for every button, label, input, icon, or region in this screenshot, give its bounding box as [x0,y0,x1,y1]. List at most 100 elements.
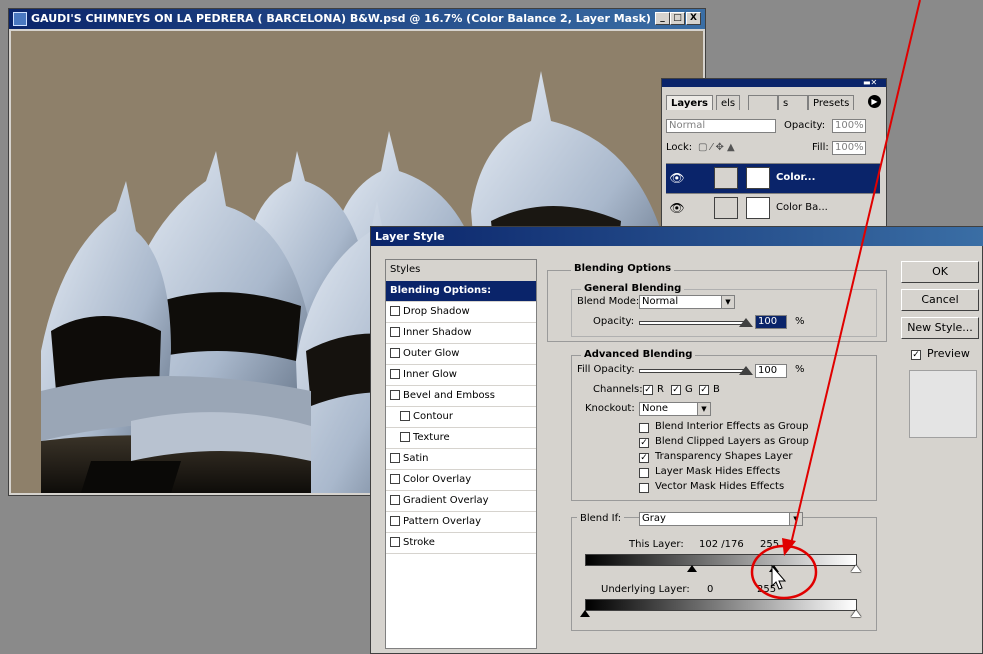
opacity-label: Opacity: [784,120,826,131]
opacity-field[interactable]: 100 [755,315,787,329]
chevron-down-icon: ▼ [721,296,734,308]
style-checkbox[interactable] [390,516,400,526]
document-title: GAUDI'S CHIMNEYS ON LA PEDRERA ( BARCELO… [31,12,651,25]
knockout-select[interactable]: None ▼ [639,402,711,416]
blend-if-select[interactable]: Gray ▼ [639,512,803,526]
fill-opacity-field[interactable]: 100 [755,364,787,378]
this-layer-gradient [585,554,857,566]
layer-blend-mode-select[interactable]: Normal [666,119,776,133]
preview-checkbox[interactable]: ✓ [911,350,921,360]
blend-mode-select[interactable]: Normal ▼ [639,295,735,309]
cancel-button[interactable]: Cancel [901,289,979,311]
tab-history[interactable] [748,95,778,110]
layer-mask-thumb[interactable] [746,197,770,219]
style-checkbox[interactable] [390,306,400,316]
layers-panel-titlebar[interactable] [662,79,886,87]
style-checkbox[interactable] [400,411,410,421]
knockout-value: None [642,403,669,414]
fill-opacity-label: Fill Opacity: [577,364,635,375]
ok-button[interactable]: OK [901,261,979,283]
channels-label: Channels: [593,384,643,395]
channel-g-label: G [685,384,693,395]
style-inner-shadow[interactable]: Inner Shadow [386,323,536,344]
tab-presets[interactable]: Presets [808,95,855,110]
photoshop-document-icon [13,12,27,26]
style-checkbox[interactable] [390,537,400,547]
style-checkbox[interactable] [390,348,400,358]
layer-name: Color... [776,172,816,183]
layer-row[interactable]: 👁 Color... [666,163,880,193]
style-checkbox[interactable] [390,453,400,463]
blend-clipped-checkbox[interactable]: ✓ [639,438,649,448]
underlying-max: 255 [757,584,777,595]
style-checkbox[interactable] [390,390,400,400]
style-label: Inner Glow [403,369,457,380]
style-stroke[interactable]: Stroke [386,533,536,554]
tab-channels[interactable]: els [716,95,741,110]
style-pattern-overlay[interactable]: Pattern Overlay [386,512,536,533]
opacity-slider-thumb[interactable] [739,318,753,327]
panel-close-icon[interactable]: ▬✕ [863,79,883,87]
style-checkbox[interactable] [390,369,400,379]
style-bevel-emboss[interactable]: Bevel and Emboss [386,386,536,407]
channel-b-checkbox[interactable]: ✓ [699,385,709,395]
knockout-label: Knockout: [585,403,635,414]
new-style-button[interactable]: New Style... [901,317,979,339]
maximize-button[interactable]: □ [670,12,685,25]
style-checkbox[interactable] [400,432,410,442]
fill-opacity-slider-thumb[interactable] [739,366,753,375]
style-color-overlay[interactable]: Color Overlay [386,470,536,491]
eye-icon[interactable]: 👁 [668,200,686,216]
style-texture[interactable]: Texture [386,428,536,449]
layer-mask-hides-checkbox[interactable] [639,468,649,478]
blend-if-group [571,517,877,631]
blend-if-value: Gray [642,513,666,524]
document-title-bar[interactable]: GAUDI'S CHIMNEYS ON LA PEDRERA ( BARCELO… [9,9,705,29]
eye-icon[interactable]: 👁 [668,170,686,186]
this-layer-black-slider[interactable] [687,565,697,572]
style-checkbox[interactable] [390,327,400,337]
blend-clipped-label: Blend Clipped Layers as Group [655,436,809,447]
channel-r-checkbox[interactable]: ✓ [643,385,653,395]
blend-interior-checkbox[interactable] [639,423,649,433]
style-checkbox[interactable] [390,495,400,505]
this-layer-split-slider[interactable] [769,565,779,572]
close-button[interactable]: X [686,12,701,25]
layer-mask-thumb[interactable] [746,167,770,189]
styles-header[interactable]: Styles [386,260,536,281]
styles-list: Styles Blending Options: Custom Drop Sha… [385,259,537,649]
style-gradient-overlay[interactable]: Gradient Overlay [386,491,536,512]
layer-opacity-field[interactable]: 100% [832,119,866,133]
lock-icons[interactable]: ▢ ⁄ ✥ ▲ [698,141,735,155]
channel-g-checkbox[interactable]: ✓ [671,385,681,395]
style-satin[interactable]: Satin [386,449,536,470]
fill-opacity-slider-track[interactable] [639,369,747,373]
layers-panel: ▬✕ Layers els s Presets ▶ Normal Opacity… [661,78,887,228]
style-label: Satin [403,453,429,464]
style-checkbox[interactable] [390,474,400,484]
style-drop-shadow[interactable]: Drop Shadow [386,302,536,323]
opacity-slider-track[interactable] [639,321,747,325]
style-contour[interactable]: Contour [386,407,536,428]
layer-row[interactable]: 👁 Color Ba... [666,193,880,223]
transparency-shapes-checkbox[interactable]: ✓ [639,453,649,463]
workspace: GAUDI'S CHIMNEYS ON LA PEDRERA ( BARCELO… [0,0,983,654]
style-outer-glow[interactable]: Outer Glow [386,344,536,365]
vector-mask-hides-label: Vector Mask Hides Effects [655,481,785,492]
opacity-percent: % [795,316,805,327]
minimize-button[interactable]: _ [655,12,670,25]
dialog-title[interactable]: Layer Style [371,227,983,246]
underlying-black-slider[interactable] [580,610,590,617]
this-layer-white-slider[interactable] [851,565,861,572]
underlying-white-slider[interactable] [851,610,861,617]
tab-actions[interactable]: s [778,95,808,110]
style-blending-options[interactable]: Blending Options: Custom [386,281,536,316]
blending-options-title: Blending Options [571,263,675,275]
vector-mask-hides-checkbox[interactable] [639,483,649,493]
channel-r-label: R [657,384,664,395]
panel-menu-icon[interactable]: ▶ [868,95,881,108]
style-label: Outer Glow [403,348,460,359]
layer-fill-field[interactable]: 100% [832,141,866,155]
style-inner-glow[interactable]: Inner Glow [386,365,536,386]
tab-layers[interactable]: Layers [666,95,713,110]
